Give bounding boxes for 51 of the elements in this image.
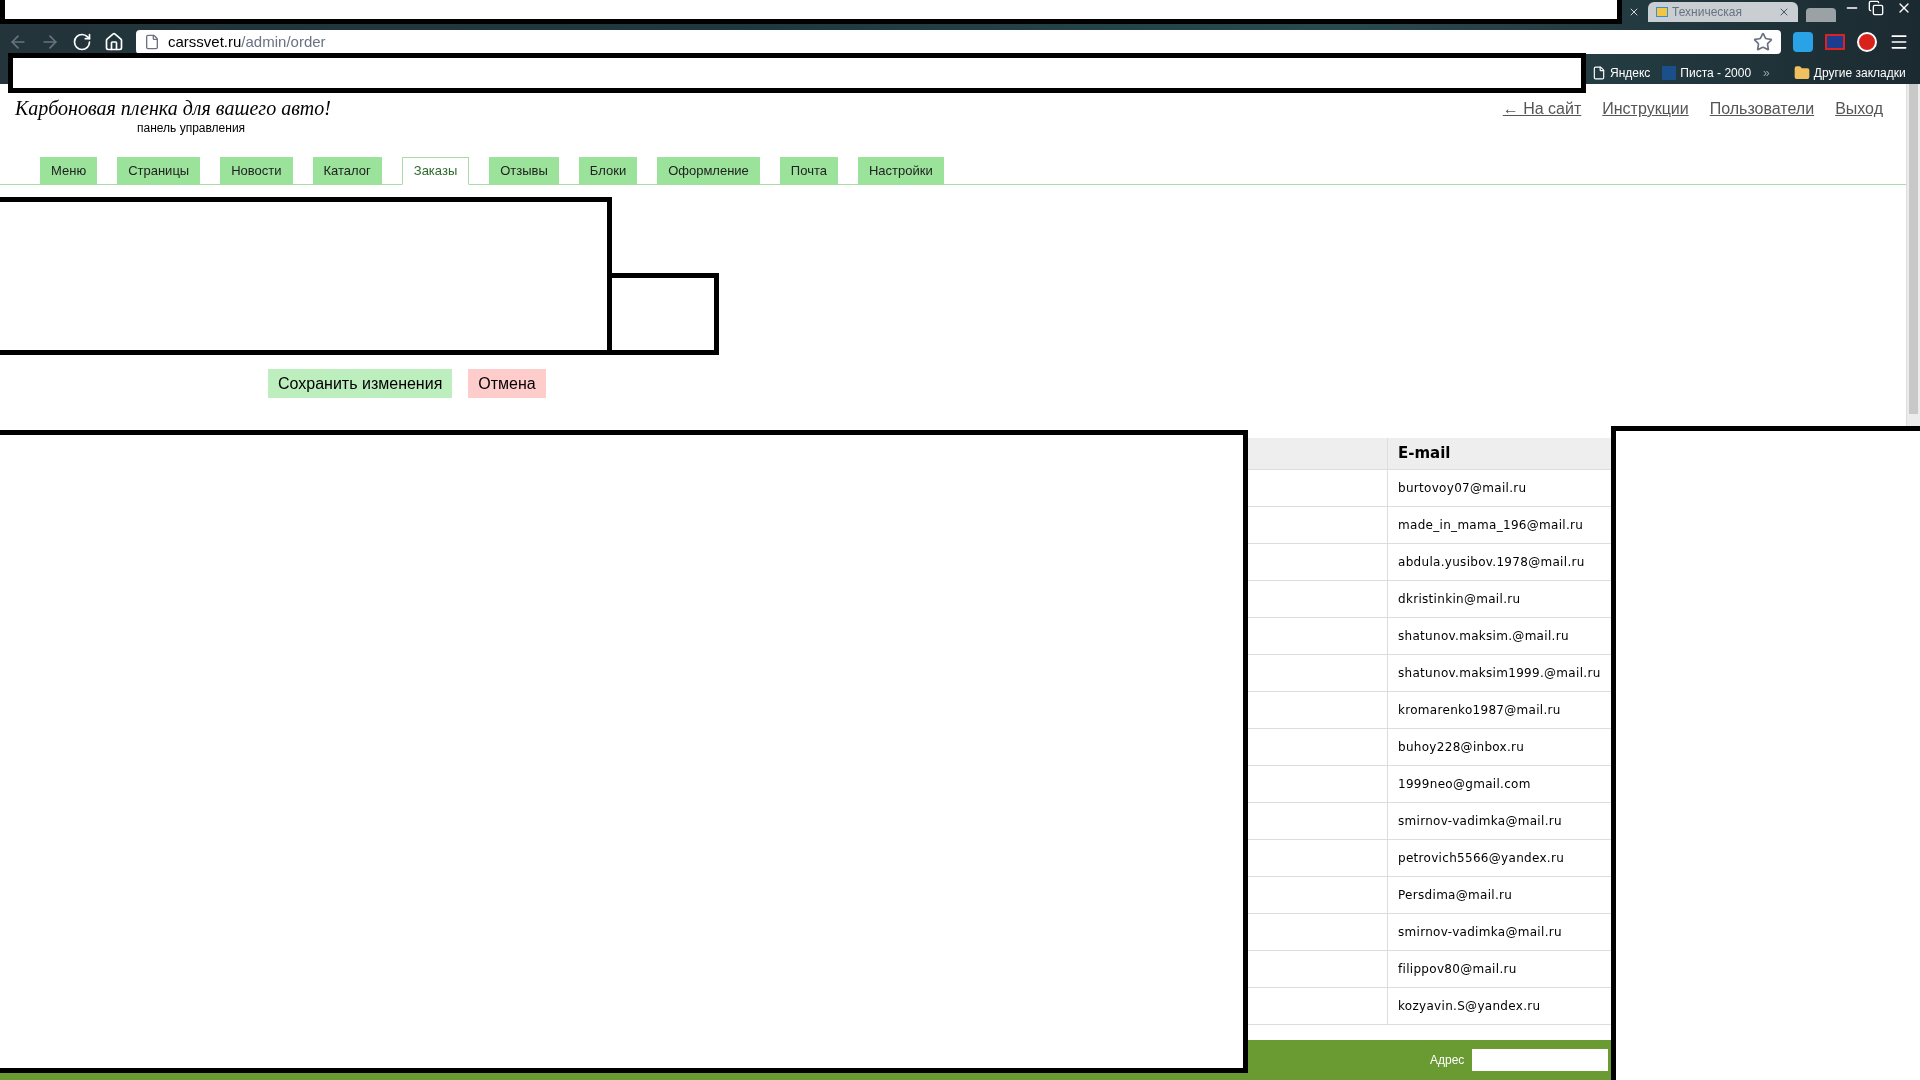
- table-cell-text: made_in_mama_196@mail.ru: [1397, 517, 1584, 534]
- site-icon: [1662, 66, 1677, 80]
- folder-icon: [1793, 65, 1810, 81]
- nav-tab[interactable]: Настройки: [857, 157, 944, 185]
- nav-tab[interactable]: Заказы: [401, 157, 470, 185]
- header-link[interactable]: Выход: [1835, 97, 1883, 121]
- site-subtitle: панель управления: [136, 120, 247, 136]
- table-cell-text: Persdima@mail.ru: [1397, 887, 1513, 904]
- nav-tab[interactable]: Страницы: [117, 157, 201, 185]
- table-cell-text: petrovich5566@yandex.ru: [1397, 850, 1565, 867]
- bookmark[interactable]: Яндекс: [1592, 64, 1651, 82]
- table-cell-text: smirnov-vadimka@mail.ru: [1397, 813, 1562, 830]
- table-cell-text: kozyavin.S@yandex.ru: [1397, 998, 1541, 1015]
- table-cell-text: shatunov.maksim1999.@mail.ru: [1397, 665, 1601, 682]
- other-bookmarks[interactable]: Другие закладки: [1793, 64, 1906, 82]
- table-cell-text: kromarenko1987@mail.ru: [1397, 702, 1561, 719]
- table-cell-text: burtovoy07@mail.ru: [1397, 480, 1527, 497]
- header-link[interactable]: Инструкции: [1602, 97, 1689, 121]
- bookmark[interactable]: Писта - 2000: [1662, 64, 1752, 82]
- table-cell-text: abdula.yusibov.1978@mail.ru: [1397, 554, 1585, 571]
- menu-icon[interactable]: [1889, 32, 1909, 52]
- table-cell-text: buhoy228@inbox.ru: [1397, 739, 1525, 756]
- table-cell-text: dkristinkin@mail.ru: [1397, 591, 1521, 608]
- table-cell-text: shatunov.maksim.@mail.ru: [1397, 628, 1569, 645]
- address-field[interactable]: [1472, 1049, 1609, 1071]
- table-cell-text: filippov80@mail.ru: [1397, 961, 1517, 978]
- more-bookmarks[interactable]: »: [1763, 64, 1770, 82]
- nav-tab[interactable]: Меню: [40, 157, 98, 185]
- address-bar[interactable]: carssvet.ru/admin/order: [136, 30, 1781, 54]
- nav-tab[interactable]: Блоки: [578, 157, 638, 185]
- address-label: Адрес: [1430, 1052, 1465, 1069]
- column-header: E-mail: [1397, 443, 1451, 465]
- home-icon[interactable]: [104, 32, 124, 52]
- page-icon: [1592, 66, 1606, 80]
- save-button[interactable]: Сохранить изменения: [268, 369, 453, 398]
- nav-tab[interactable]: Почта: [779, 157, 838, 185]
- reload-icon[interactable]: [72, 32, 92, 52]
- url-text: carssvet.ru/admin/order: [168, 31, 326, 52]
- close-icon[interactable]: [1628, 6, 1640, 18]
- page-icon: [144, 34, 160, 50]
- star-icon[interactable]: [1753, 32, 1773, 52]
- site-title: Карбоновая пленка для вашего авто!: [15, 96, 331, 120]
- header-link[interactable]: Пользователи: [1709, 97, 1815, 121]
- nav-tab[interactable]: Каталог: [312, 157, 382, 185]
- nav-tab[interactable]: Оформление: [657, 157, 760, 185]
- header-link[interactable]: ← На сайт: [1502, 97, 1582, 121]
- nav-tab[interactable]: Новости: [220, 157, 293, 185]
- cancel-button[interactable]: Отмена: [468, 369, 546, 398]
- table-cell-text: 1999neo@gmail.com: [1397, 776, 1531, 793]
- nav-tab[interactable]: Отзывы: [489, 157, 559, 185]
- table-cell-text: smirnov-vadimka@mail.ru: [1397, 924, 1562, 941]
